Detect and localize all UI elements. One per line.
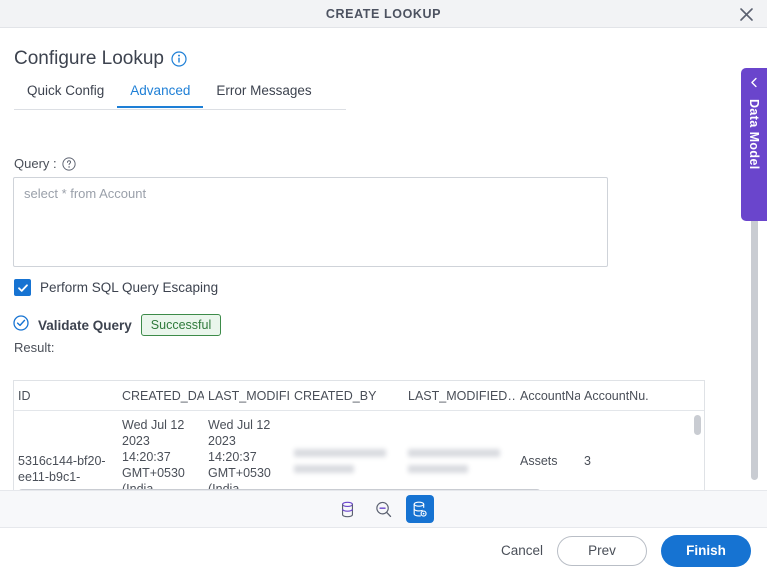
prev-button[interactable]: Prev [557,535,647,566]
data-model-side-tab[interactable]: Data Model [741,68,767,221]
finish-button[interactable]: Finish [661,534,751,567]
dialog-title: CREATE LOOKUP [325,6,442,21]
dialog-titlebar: CREATE LOOKUP [0,0,767,28]
query-label: Query : [14,156,76,171]
validate-query-button[interactable]: Validate Query [38,318,132,333]
tab-advanced-label: Advanced [130,83,191,98]
info-icon[interactable] [171,51,187,67]
question-mark-icon[interactable] [62,156,76,171]
database-search-icon[interactable] [370,495,398,523]
perform-sql-escaping-label: Perform SQL Query Escaping [40,280,219,295]
database-settings-icon[interactable] [405,495,434,523]
result-label: Result: [14,340,55,355]
tab-advanced[interactable]: Advanced [117,80,204,108]
table-vertical-scrollbar[interactable] [694,415,701,435]
column-header-account-number[interactable]: AccountNu. [580,389,652,403]
cell-account-number: 3 [584,454,591,468]
tab-error-messages[interactable]: Error Messages [203,80,324,107]
redacted-text [294,449,386,457]
cell-created-date: Wed Jul 12 2023 14:20:37 GMT+0530 (India… [122,418,185,490]
query-input[interactable] [13,177,608,267]
column-header-created-by[interactable]: CREATED_BY [290,389,404,403]
column-header-last-modified-date[interactable]: LAST_MODIFI… [204,389,290,403]
perform-sql-escaping-checkbox[interactable]: Perform SQL Query Escaping [14,279,218,296]
close-icon[interactable] [735,3,757,25]
redacted-text [408,449,500,457]
cell-id: 5316c144-bf20-ee11-b9c1- [18,454,106,484]
data-model-label: Data Model [747,99,761,170]
tab-bar: Quick Config Advanced Error Messages [14,80,346,110]
table-header-row: ID CREATED_DA… LAST_MODIFI… CREATED_BY L… [14,381,704,411]
tab-error-messages-label: Error Messages [216,83,312,98]
cell-created-by [290,411,404,490]
table-body: 5316c144-bf20-ee11-b9c1- Wed Jul 12 2023… [14,411,704,490]
column-header-id[interactable]: ID [14,389,118,403]
dialog-footer: Cancel Prev Finish [0,528,767,573]
page-title-text: Configure Lookup [14,48,164,69]
database-icon[interactable] [334,495,362,523]
table-row[interactable]: 5316c144-bf20-ee11-b9c1- Wed Jul 12 2023… [14,411,704,490]
validate-query-row: Validate Query Successful [13,314,222,336]
cell-account-name: Assets [520,454,558,468]
query-label-text: Query : [14,156,57,171]
checkmark-icon [14,279,31,296]
redacted-text [294,465,354,473]
tab-quick-config-label: Quick Config [27,83,105,98]
check-circle-icon [13,314,29,336]
column-header-account-name[interactable]: AccountName [516,389,580,403]
tab-quick-config[interactable]: Quick Config [14,80,117,107]
status-badge: Successful [140,314,222,336]
column-header-created-date[interactable]: CREATED_DA… [118,389,204,403]
page-title: Configure Lookup [14,48,187,70]
cell-last-modified-by [404,411,516,490]
create-lookup-dialog: CREATE LOOKUP Configure Lookup Quick Con… [0,0,767,573]
chevron-left-icon [749,75,760,93]
redacted-text [408,465,468,473]
column-header-last-modified-by[interactable]: LAST_MODIFIED… [404,389,516,403]
result-table: ID CREATED_DA… LAST_MODIFI… CREATED_BY L… [13,380,705,490]
cell-last-modified-date: Wed Jul 12 2023 14:20:37 GMT+0530 (India… [208,418,271,490]
cancel-button[interactable]: Cancel [501,543,543,558]
dialog-content: Configure Lookup Quick Config Advanced E… [0,28,767,490]
view-mode-toolbar [0,490,767,528]
